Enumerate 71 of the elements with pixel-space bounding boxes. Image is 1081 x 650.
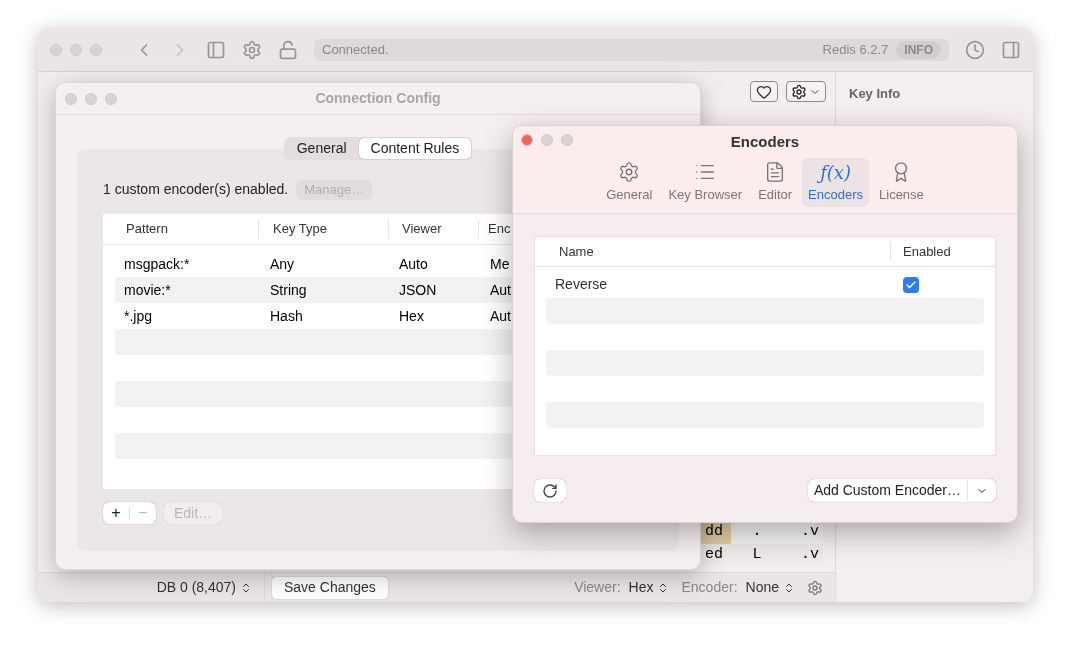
checkbox[interactable] [903, 276, 919, 293]
clock-icon[interactable] [965, 39, 985, 60]
hex-cell: dd [701, 521, 731, 544]
status-text: Connected. [322, 40, 390, 59]
table-cell-text: Auto [398, 254, 429, 274]
tab[interactable]: General [284, 138, 359, 159]
sidebar-icon[interactable] [206, 39, 226, 60]
preferences-tab[interactable]: License [873, 157, 930, 207]
window-control[interactable] [561, 134, 573, 146]
gear-icon [618, 160, 641, 183]
refresh-icon [542, 482, 558, 499]
actions-button[interactable] [786, 81, 826, 102]
column-header[interactable]: Pattern [103, 219, 258, 239]
table-cell-text: *.jpg [123, 306, 154, 326]
table-cell-text: Hex [398, 306, 425, 326]
preferences-tab[interactable]: ƒ(x) Encoders [802, 157, 869, 207]
table-cell-text: Aut [489, 280, 512, 300]
hex-cell-text: . [751, 522, 763, 542]
encoders-note: 1 custom encoder(s) enabled. [103, 180, 289, 199]
column-header[interactable]: Name [535, 241, 890, 262]
table-cell-text: movie:* [123, 280, 172, 300]
heart-icon [756, 83, 772, 100]
table-cell-text: Hash [269, 306, 304, 326]
encoder-label: Encoder: [681, 578, 738, 597]
encoder-selector[interactable]: None [745, 577, 779, 598]
refresh-button[interactable] [534, 479, 566, 502]
database-selector[interactable]: DB 0 (8,407) [156, 577, 236, 598]
column-header[interactable]: Enabled [890, 241, 995, 262]
table-cell-text: Me [489, 254, 511, 274]
settings-icon[interactable] [242, 39, 262, 60]
window-control[interactable] [521, 134, 533, 146]
table-cell-text: String [269, 280, 308, 300]
preferences-tab[interactable]: Editor [752, 157, 799, 207]
unlocked-padlock-icon[interactable] [278, 39, 298, 60]
favorite-button[interactable] [750, 81, 778, 102]
window-title: Encoders [730, 132, 800, 152]
viewer-selector[interactable]: Hex [628, 577, 654, 598]
settings-icon[interactable] [807, 579, 823, 596]
server-version: Redis 6.2.7 [822, 40, 889, 59]
panel-title: Key Info [849, 85, 902, 103]
table-cell-text: JSON [398, 280, 438, 300]
window-control[interactable] [65, 92, 77, 105]
checkmark-icon [905, 278, 917, 291]
inspector-icon[interactable] [1001, 39, 1021, 60]
viewer-label: Viewer: [574, 578, 621, 597]
window-control[interactable] [541, 134, 553, 146]
tab[interactable]: Content Rules [358, 138, 472, 159]
add-encoder-button[interactable]: Add Custom Encoder… [807, 479, 996, 502]
window-control[interactable] [85, 92, 97, 105]
preferences-tab[interactable]: Key Browser [662, 157, 749, 207]
hex-cell-text: ed [704, 544, 724, 565]
hex-cell-text: .v [800, 544, 820, 565]
hex-cell-text: L [751, 544, 763, 565]
table-cell-text: Aut [489, 306, 512, 326]
table-cell-text: Any [269, 254, 296, 274]
window-control[interactable] [90, 43, 102, 56]
add-button[interactable]: + [103, 501, 129, 525]
hex-cell-text: .v [800, 522, 820, 542]
preferences-tab[interactable]: General [600, 157, 659, 207]
column-header[interactable]: Key Type [258, 219, 388, 239]
gear-icon [791, 83, 807, 100]
stepper-icon [783, 581, 795, 594]
stepper-icon [240, 581, 252, 594]
save-button[interactable]: Save Changes [272, 576, 388, 599]
window-title: Connection Config [315, 89, 441, 108]
window-control[interactable] [105, 92, 117, 105]
window-control[interactable] [50, 43, 62, 56]
table-cell-text: msgpack:* [123, 254, 191, 274]
window-control[interactable] [70, 43, 82, 56]
encoder-name: Reverse [554, 275, 609, 294]
column-header[interactable]: Viewer [388, 219, 478, 239]
